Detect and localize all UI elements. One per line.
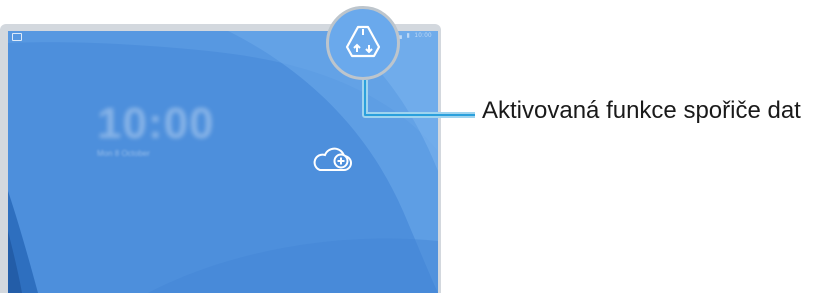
callout-label: Aktivovaná funkce spořiče dat [482, 97, 801, 124]
callout-leader-line [362, 80, 475, 118]
